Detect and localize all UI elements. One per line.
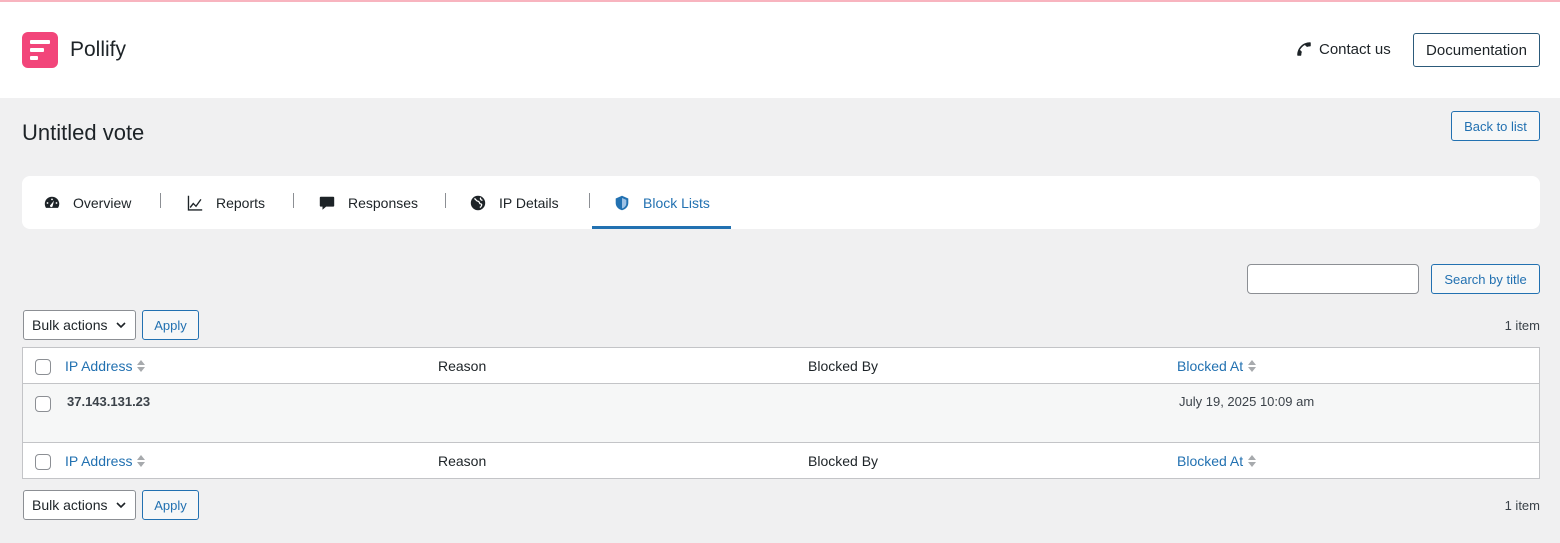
tab-ip-details[interactable]: IP Details [469,176,559,229]
column-ip-address-footer[interactable]: IP Address [65,453,146,469]
sort-icon [1248,360,1257,372]
column-blocked-at-footer[interactable]: Blocked At [1177,453,1257,469]
globe-icon [470,195,486,210]
tab-label: IP Details [499,194,559,211]
tab-label: Block Lists [643,194,710,211]
bulk-actions-select-bottom[interactable]: Bulk actions [23,490,136,520]
bulk-actions-label: Bulk actions [32,317,108,333]
tab-separator [293,193,294,208]
apply-button-top[interactable]: Apply [142,310,199,340]
sort-icon [1248,455,1257,467]
select-all-checkbox[interactable] [35,359,51,375]
bulk-actions-label: Bulk actions [32,497,108,513]
tab-label: Responses [348,194,419,211]
tab-reports[interactable]: Reports [186,176,265,229]
back-to-list-button[interactable]: Back to list [1451,111,1540,141]
bulk-actions-select-top[interactable]: Bulk actions [23,310,136,340]
column-reason-footer: Reason [438,453,487,469]
tab-separator [160,193,161,208]
table-header-row: IP Address Reason Blocked By Blocked At [23,348,1539,384]
shield-icon [615,195,629,210]
chart-line-icon [187,195,203,211]
tab-label: Reports [216,194,266,211]
tab-separator [589,193,590,208]
ip-address-cell[interactable]: 37.143.131.23 [67,394,150,409]
contact-us-label: Contact us [1319,40,1391,58]
tab-separator [445,193,446,208]
chevron-down-icon [116,502,126,509]
apply-button-bottom[interactable]: Apply [142,490,199,520]
dashboard-icon [44,196,60,208]
column-blocked-by-footer: Blocked By [808,453,879,469]
tab-overview[interactable]: Overview [43,176,131,229]
item-count-bottom: 1 item [1504,498,1540,513]
speech-bubble-icon [319,196,335,210]
column-blocked-at[interactable]: Blocked At [1177,358,1257,374]
phone-icon [1297,42,1311,56]
table-row: 37.143.131.23 July 19, 2025 10:09 am [23,384,1539,442]
tab-bar: Overview Reports Responses IP Details Bl… [22,176,1540,229]
row-checkbox[interactable] [35,396,51,412]
blocked-at-cell: July 19, 2025 10:09 am [1179,394,1315,409]
pollify-logo-icon [22,32,58,68]
column-label: Blocked At [1177,358,1244,374]
column-label: IP Address [65,453,133,469]
select-all-checkbox-bottom[interactable] [35,454,51,470]
item-count-top: 1 item [1504,318,1540,333]
search-input[interactable] [1247,264,1419,294]
sort-icon [137,455,146,467]
column-blocked-by: Blocked By [808,358,879,374]
block-list-table: IP Address Reason Blocked By Blocked At … [22,347,1540,479]
page-title: Untitled vote [22,120,145,145]
tab-label: Overview [73,194,132,211]
contact-us-link[interactable]: Contact us [1295,40,1391,58]
column-label: Blocked At [1177,453,1244,469]
brand-name: Pollify [70,38,127,61]
documentation-button[interactable]: Documentation [1413,33,1540,67]
column-reason: Reason [438,358,487,374]
tab-responses[interactable]: Responses [318,176,418,229]
sort-icon [137,360,146,372]
table-footer-row: IP Address Reason Blocked By Blocked At [23,442,1539,478]
search-by-title-button[interactable]: Search by title [1431,264,1540,294]
app-header: Pollify Contact us Documentation [0,2,1560,98]
chevron-down-icon [116,322,126,329]
column-label: IP Address [65,358,133,374]
column-ip-address[interactable]: IP Address [65,358,146,374]
tab-block-lists[interactable]: Block Lists [592,176,731,229]
